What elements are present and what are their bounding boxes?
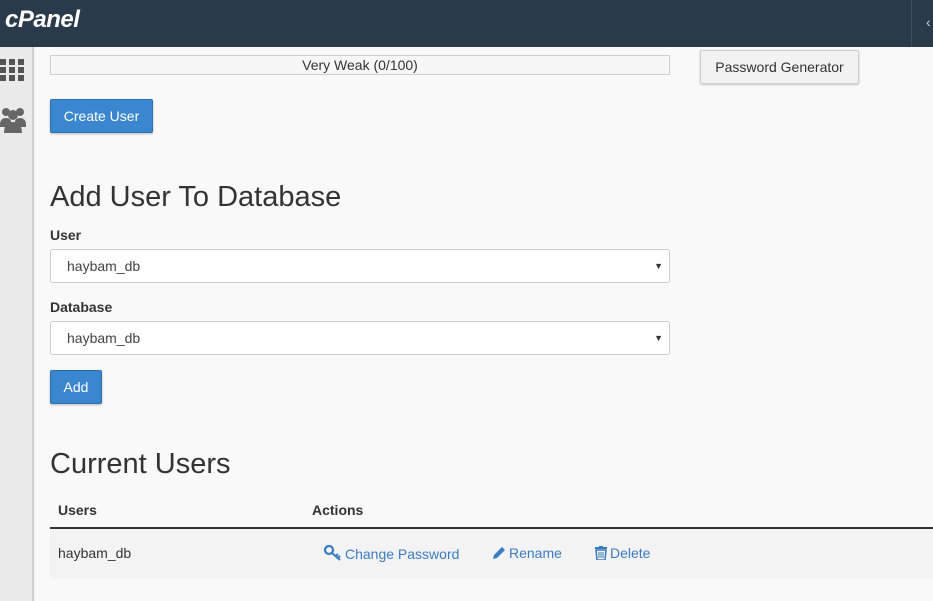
sidebar bbox=[0, 47, 34, 601]
key-icon bbox=[323, 544, 341, 561]
user-label: User bbox=[50, 227, 82, 243]
rename-link[interactable]: Rename bbox=[492, 545, 562, 561]
table-row: haybam_db Change Password Rename Delete bbox=[50, 529, 933, 579]
grid-icon[interactable] bbox=[0, 59, 24, 81]
add-button[interactable]: Add bbox=[50, 370, 102, 404]
rename-label: Rename bbox=[509, 545, 562, 561]
delete-label: Delete bbox=[610, 545, 651, 561]
database-select-value: haybam_db bbox=[67, 330, 141, 346]
user-select[interactable]: haybam_db ▼ bbox=[50, 249, 670, 283]
password-generator-button[interactable]: Password Generator bbox=[700, 50, 859, 84]
user-select-value: haybam_db bbox=[67, 258, 141, 274]
users-table-header: Users Actions bbox=[50, 497, 933, 529]
chevron-down-icon: ▼ bbox=[654, 261, 663, 271]
column-header-actions: Actions bbox=[312, 502, 364, 518]
pencil-icon bbox=[493, 547, 505, 559]
current-users-title: Current Users bbox=[50, 448, 231, 480]
database-select[interactable]: haybam_db ▼ bbox=[50, 321, 670, 355]
change-password-link[interactable]: Change Password bbox=[323, 544, 460, 562]
change-password-label: Change Password bbox=[345, 546, 460, 562]
users-icon[interactable] bbox=[0, 103, 26, 133]
add-user-to-database-title: Add User To Database bbox=[50, 181, 342, 213]
top-navbar: cPanel ‹ bbox=[0, 0, 933, 47]
user-name-cell: haybam_db bbox=[58, 545, 132, 561]
main-content: Very Weak (0/100) Password Generator Cre… bbox=[36, 47, 933, 601]
collapse-arrow-icon[interactable]: ‹ bbox=[926, 14, 931, 30]
topbar-divider bbox=[911, 0, 912, 47]
delete-link[interactable]: Delete bbox=[595, 545, 650, 561]
password-strength-meter: Very Weak (0/100) bbox=[50, 55, 670, 75]
trash-icon bbox=[595, 546, 607, 561]
chevron-down-icon: ▼ bbox=[654, 333, 663, 343]
cpanel-logo[interactable]: cPanel bbox=[5, 6, 80, 34]
create-user-button[interactable]: Create User bbox=[50, 99, 153, 133]
database-label: Database bbox=[50, 299, 113, 315]
column-header-users: Users bbox=[58, 502, 97, 518]
